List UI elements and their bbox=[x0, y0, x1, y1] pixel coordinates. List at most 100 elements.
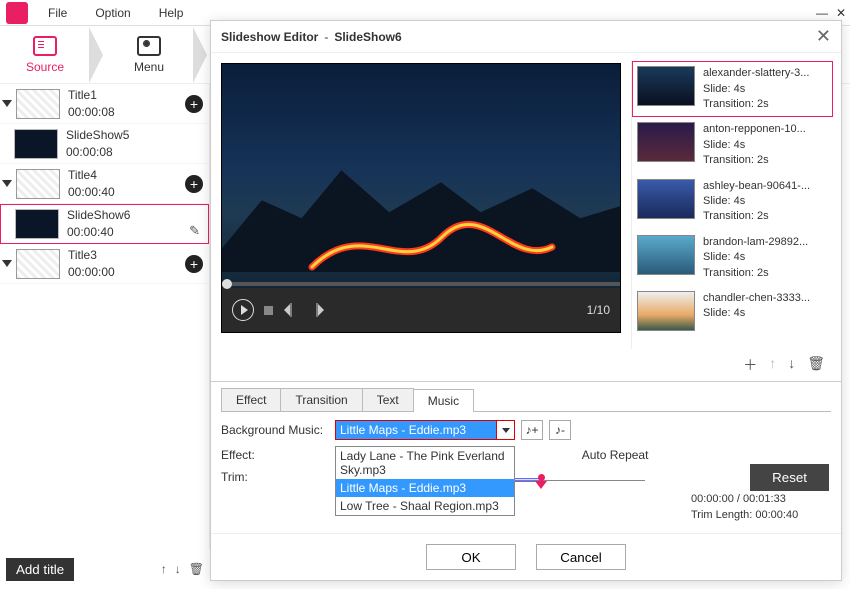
tab-menu[interactable]: Menu bbox=[104, 26, 194, 84]
dialog-title-separator: - bbox=[324, 30, 328, 44]
expand-icon[interactable] bbox=[2, 260, 12, 267]
thumbnail-placeholder-icon bbox=[16, 169, 60, 199]
source-item-duration: 00:00:00 bbox=[68, 264, 185, 281]
flip-vertical-icon[interactable] bbox=[309, 303, 325, 317]
source-item-duration: 00:00:08 bbox=[68, 104, 185, 121]
source-item[interactable]: SlideShow600:00:40 ✎ bbox=[0, 204, 209, 244]
player-controls: 1/10 bbox=[222, 288, 620, 332]
slide-thumbnail bbox=[637, 235, 695, 275]
slide-row[interactable]: anton-repponen-10...Slide: 4sTransition:… bbox=[632, 117, 833, 173]
source-item-title: Title4 bbox=[68, 167, 185, 184]
thumbnail bbox=[14, 129, 58, 159]
dropdown-arrow-icon[interactable] bbox=[496, 421, 514, 439]
move-down-icon[interactable]: ↓ bbox=[788, 355, 795, 375]
source-item-title: SlideShow5 bbox=[66, 127, 203, 144]
slide-row[interactable]: chandler-chen-3333...Slide: 4s bbox=[632, 286, 833, 336]
trim-end-handle[interactable] bbox=[535, 474, 547, 490]
add-title-button[interactable]: Add title bbox=[6, 558, 74, 581]
expand-icon[interactable] bbox=[2, 100, 12, 107]
source-item[interactable]: Title300:00:00 + bbox=[0, 244, 209, 284]
source-toolbar: Add title ↑ ↓ 🗑 bbox=[0, 549, 210, 589]
tab-text[interactable]: Text bbox=[362, 388, 414, 411]
slide-duration: Slide: 4s bbox=[703, 306, 810, 321]
play-button[interactable] bbox=[232, 299, 254, 321]
cancel-button[interactable]: Cancel bbox=[536, 544, 626, 570]
add-slide-icon[interactable]: ＋ bbox=[743, 355, 757, 375]
tab-music[interactable]: Music bbox=[413, 389, 474, 412]
app-logo-icon bbox=[6, 2, 28, 24]
editor-panel: Effect Transition Text Music Background … bbox=[211, 381, 841, 533]
source-list: Title100:00:08 + SlideShow500:00:08 Titl… bbox=[0, 84, 210, 549]
stop-button[interactable] bbox=[264, 306, 273, 315]
slide-name: anton-repponen-10... bbox=[703, 122, 806, 137]
ok-button[interactable]: OK bbox=[426, 544, 516, 570]
slides-list[interactable]: alexander-slattery-3...Slide: 4sTransiti… bbox=[631, 61, 833, 349]
bg-music-dropdown[interactable]: Little Maps - Eddie.mp3 bbox=[335, 420, 515, 440]
slide-transition: Transition: 2s bbox=[703, 97, 809, 112]
auto-repeat-label: Auto Repeat bbox=[582, 448, 649, 462]
dropdown-option[interactable]: Low Tree - Shaal Region.mp3 bbox=[336, 497, 514, 515]
menu-file[interactable]: File bbox=[34, 6, 81, 20]
slide-thumbnail bbox=[637, 122, 695, 162]
slide-thumbnail bbox=[637, 291, 695, 331]
bg-music-dropdown-list[interactable]: Lady Lane - The Pink Everland Sky.mp3 Li… bbox=[335, 446, 515, 516]
slide-duration: Slide: 4s bbox=[703, 250, 808, 265]
tab-source[interactable]: Source bbox=[0, 26, 90, 84]
tab-source-label: Source bbox=[26, 60, 64, 74]
source-item-title: SlideShow6 bbox=[67, 207, 202, 224]
slide-duration: Slide: 4s bbox=[703, 82, 809, 97]
slide-thumbnail bbox=[637, 179, 695, 219]
move-up-icon[interactable]: ↑ bbox=[161, 562, 167, 576]
close-icon[interactable]: ✕ bbox=[816, 26, 831, 47]
bg-music-label: Background Music: bbox=[221, 423, 329, 437]
source-item[interactable]: Title100:00:08 + bbox=[0, 84, 209, 124]
effect-label: Effect: bbox=[221, 448, 329, 462]
add-button[interactable]: + bbox=[185, 255, 203, 273]
dialog-header: Slideshow Editor - SlideShow6 ✕ bbox=[211, 21, 841, 53]
menu-option[interactable]: Option bbox=[81, 6, 144, 20]
slide-transition: Transition: 2s bbox=[703, 153, 806, 168]
slide-name: brandon-lam-29892... bbox=[703, 235, 808, 250]
minimize-icon[interactable]: — bbox=[816, 6, 828, 20]
slide-row[interactable]: brandon-lam-29892...Slide: 4sTransition:… bbox=[632, 230, 833, 286]
tab-transition[interactable]: Transition bbox=[280, 388, 362, 411]
progress-bar[interactable] bbox=[222, 282, 620, 286]
menu-help[interactable]: Help bbox=[145, 6, 198, 20]
edit-icon[interactable]: ✎ bbox=[189, 223, 200, 239]
add-button[interactable]: + bbox=[185, 95, 203, 113]
source-item-title: Title1 bbox=[68, 87, 185, 104]
trim-time-display: 00:00:00 / 00:01:33 bbox=[691, 492, 798, 507]
delete-icon[interactable]: 🗑 bbox=[189, 562, 204, 576]
chevron-right-icon bbox=[90, 27, 104, 83]
flip-horizontal-icon[interactable] bbox=[283, 303, 299, 317]
move-up-icon[interactable]: ↑ bbox=[769, 355, 776, 375]
close-icon[interactable]: ✕ bbox=[836, 6, 846, 20]
tab-effect[interactable]: Effect bbox=[221, 388, 281, 411]
dropdown-option[interactable]: Little Maps - Eddie.mp3 bbox=[336, 479, 514, 497]
move-down-icon[interactable]: ↓ bbox=[175, 562, 181, 576]
slide-transition: Transition: 2s bbox=[703, 209, 810, 224]
dropdown-option[interactable]: Lady Lane - The Pink Everland Sky.mp3 bbox=[336, 447, 514, 479]
editor-tabs: Effect Transition Text Music bbox=[221, 388, 831, 412]
dialog-title: Slideshow Editor bbox=[221, 30, 318, 44]
delete-icon[interactable]: 🗑 bbox=[807, 355, 825, 375]
remove-music-icon[interactable]: ♪- bbox=[549, 420, 571, 440]
trim-length-display: Trim Length: 00:00:40 bbox=[691, 508, 798, 523]
slide-duration: Slide: 4s bbox=[703, 194, 810, 209]
slide-row[interactable]: alexander-slattery-3...Slide: 4sTransiti… bbox=[632, 61, 833, 117]
thumbnail bbox=[15, 209, 59, 239]
preview-player: 1/10 bbox=[221, 63, 621, 333]
add-button[interactable]: + bbox=[185, 175, 203, 193]
slide-duration: Slide: 4s bbox=[703, 138, 806, 153]
dialog-subtitle: SlideShow6 bbox=[334, 30, 401, 44]
slide-name: alexander-slattery-3... bbox=[703, 66, 809, 81]
slide-row[interactable]: ashley-bean-90641-...Slide: 4sTransition… bbox=[632, 174, 833, 230]
add-music-icon[interactable]: ♪+ bbox=[521, 420, 543, 440]
source-item[interactable]: Title400:00:40 + bbox=[0, 164, 209, 204]
source-item[interactable]: SlideShow500:00:08 bbox=[0, 124, 209, 164]
slide-name: ashley-bean-90641-... bbox=[703, 179, 810, 194]
slide-name: chandler-chen-3333... bbox=[703, 291, 810, 306]
reset-button[interactable]: Reset bbox=[750, 464, 829, 491]
chevron-right-icon bbox=[194, 27, 208, 83]
expand-icon[interactable] bbox=[2, 180, 12, 187]
